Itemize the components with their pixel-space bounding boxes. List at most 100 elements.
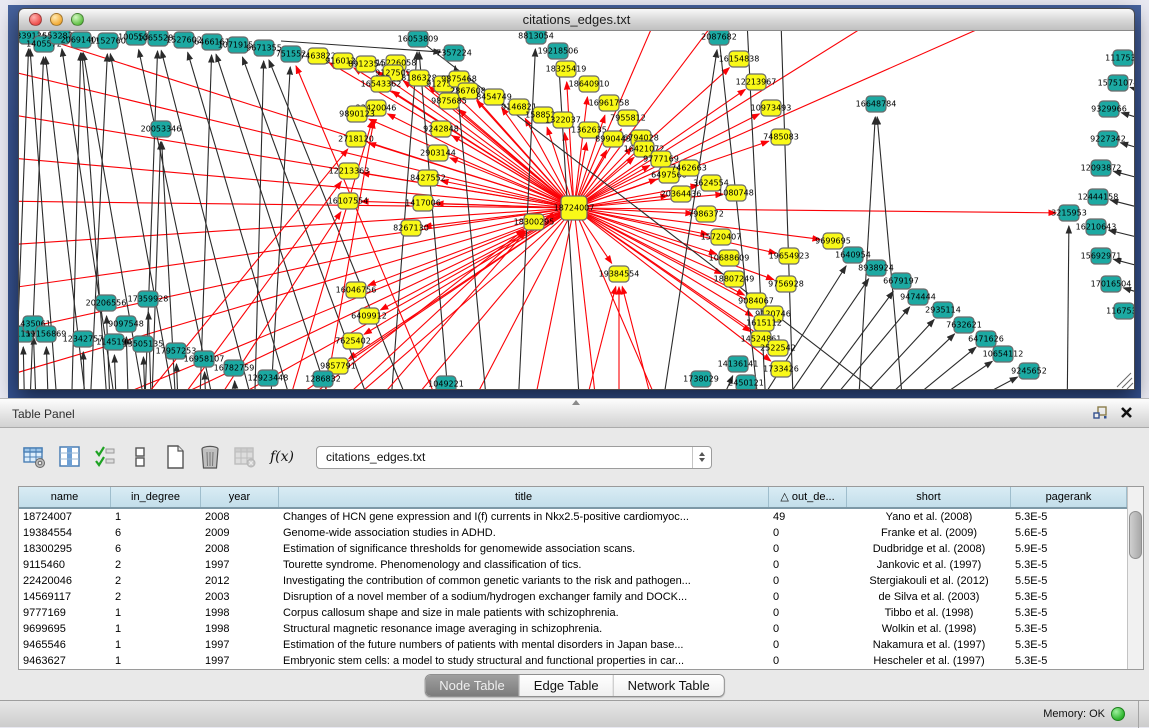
table-cell[interactable]: 1997 — [201, 653, 279, 669]
graph-edge[interactable] — [1120, 143, 1134, 157]
graph-node[interactable]: 7485083 — [763, 129, 799, 145]
table-cell[interactable]: 0 — [769, 525, 847, 541]
table-cell[interactable]: 0 — [769, 637, 847, 653]
graph-node[interactable]: 1167531 — [1106, 303, 1134, 319]
graph-node[interactable]: 8267130 — [393, 220, 429, 236]
table-cell[interactable]: 6 — [111, 541, 201, 557]
table-cell[interactable]: 5.3E-5 — [1011, 589, 1127, 605]
tab-network-table[interactable]: Network Table — [614, 675, 724, 696]
graph-node[interactable]: 16053809 — [398, 31, 439, 47]
graph-node[interactable]: 15751074 — [1098, 75, 1134, 91]
graph-node[interactable]: 9329966 — [1091, 101, 1127, 117]
window-resize-grip[interactable] — [1117, 373, 1133, 389]
column-header-short[interactable]: short — [847, 487, 1011, 507]
table-cell[interactable]: 14569117 — [19, 589, 111, 605]
table-cell[interactable]: 1998 — [201, 621, 279, 637]
graph-node[interactable]: 9245652 — [1011, 363, 1047, 379]
graph-edge[interactable] — [46, 347, 49, 389]
graph-node[interactable]: 1640954 — [835, 247, 871, 263]
table-cell[interactable]: 1 — [111, 509, 201, 525]
table-cell[interactable]: Yano et al. (2008) — [847, 509, 1011, 525]
table-cell[interactable]: 0 — [769, 605, 847, 621]
graph-edge[interactable] — [1114, 259, 1134, 274]
table-cell[interactable]: 18724007 — [19, 509, 111, 525]
table-cell[interactable]: 5.5E-5 — [1011, 573, 1127, 589]
table-cell[interactable]: 5.3E-5 — [1011, 557, 1127, 573]
table-row[interactable]: 1938455462009Genome-wide association stu… — [19, 525, 1143, 541]
graph-edge[interactable] — [205, 372, 207, 389]
graph-edge[interactable] — [349, 208, 574, 359]
graph-node[interactable]: 12444158 — [1078, 189, 1119, 205]
graph-node[interactable]: 9097548 — [108, 316, 144, 332]
create-table-button[interactable] — [162, 444, 188, 470]
graph-node[interactable]: 16648784 — [856, 96, 897, 112]
graph-node[interactable]: 10973493 — [751, 100, 792, 116]
table-cell[interactable]: 5.9E-5 — [1011, 541, 1127, 557]
table-row[interactable]: 946554611997Estimation of the future num… — [19, 637, 1143, 653]
graph-edge[interactable] — [1114, 171, 1134, 186]
table-row[interactable]: 1456911722003Disruption of a novel membe… — [19, 589, 1143, 605]
table-cell[interactable]: 1 — [111, 653, 201, 669]
graph-node[interactable]: 8938924 — [858, 260, 894, 276]
table-cell[interactable]: 22420046 — [19, 573, 111, 589]
table-cell[interactable]: 5.3E-5 — [1011, 509, 1127, 525]
graph-edge[interactable] — [574, 208, 599, 389]
graph-node[interactable]: 9227342 — [1090, 131, 1126, 147]
table-cell[interactable]: 0 — [769, 589, 847, 605]
graph-node[interactable]: 7357224 — [436, 45, 472, 61]
table-cell[interactable]: 0 — [769, 573, 847, 589]
graph-node[interactable]: 7632621 — [946, 317, 982, 333]
table-cell[interactable]: Disruption of a novel member of a sodium… — [279, 589, 769, 605]
graph-node[interactable]: 16961758 — [589, 95, 630, 111]
table-row[interactable]: 911546021997Tourette syndrome. Phenomeno… — [19, 557, 1143, 573]
table-cell[interactable]: 18300295 — [19, 541, 111, 557]
graph-node[interactable]: 19654923 — [769, 248, 810, 264]
graph-edge[interactable] — [1111, 200, 1134, 215]
table-cell[interactable]: Jankovic et al. (1997) — [847, 557, 1011, 573]
table-cell[interactable]: 9115460 — [19, 557, 111, 573]
table-cell[interactable]: Structural magnetic resonance image aver… — [279, 621, 769, 637]
graph-edge[interactable] — [574, 208, 1056, 213]
table-cell[interactable]: 1997 — [201, 637, 279, 653]
table-cell[interactable]: 2 — [111, 557, 201, 573]
select-columns-button[interactable] — [57, 444, 83, 470]
graph-node[interactable]: 1733426 — [763, 361, 799, 377]
table-cell[interactable]: 5.3E-5 — [1011, 621, 1127, 637]
graph-node[interactable]: 9756928 — [768, 276, 804, 292]
graph-edge[interactable] — [216, 54, 339, 389]
table-cell[interactable]: de Silva et al. (2003) — [847, 589, 1011, 605]
graph-node[interactable]: 18640910 — [569, 76, 610, 92]
table-cell[interactable]: Estimation of significance thresholds fo… — [279, 541, 769, 557]
table-cell[interactable]: Stergiakouli et al. (2012) — [847, 573, 1011, 589]
graph-node[interactable]: 6679197 — [883, 273, 919, 289]
graph-node[interactable]: 9474444 — [900, 289, 936, 305]
import-table-button-disabled[interactable] — [232, 444, 258, 470]
table-cell[interactable]: 9465546 — [19, 637, 111, 653]
table-cell[interactable]: Estimation of the future numbers of pati… — [279, 637, 769, 653]
table-cell[interactable]: Investigating the contribution of common… — [279, 573, 769, 589]
table-cell[interactable]: 1 — [111, 637, 201, 653]
table-cell[interactable]: 0 — [769, 557, 847, 573]
graph-node[interactable]: 12093872 — [1081, 160, 1122, 176]
graph-node[interactable]: 12213967 — [736, 74, 777, 90]
graph-edge[interactable] — [791, 291, 893, 389]
graph-node[interactable]: 2935114 — [925, 302, 961, 318]
graph-node[interactable]: 1738029 — [683, 371, 719, 387]
graph-node[interactable]: 18300295 — [514, 214, 555, 230]
graph-node[interactable]: 16154838 — [719, 51, 760, 67]
graph-node[interactable]: 8427552 — [410, 170, 446, 186]
graph-node[interactable]: 2087682 — [701, 31, 737, 45]
table-row[interactable]: 946362711997Embryonic stem cells: a mode… — [19, 653, 1143, 669]
graph-edge[interactable] — [269, 230, 524, 389]
graph-edge[interactable] — [19, 208, 574, 291]
graph-node[interactable]: 18325419 — [546, 61, 587, 77]
table-cell[interactable]: 1998 — [201, 605, 279, 621]
table-cell[interactable]: 19384554 — [19, 525, 111, 541]
graph-edge[interactable] — [574, 208, 669, 389]
graph-edge[interactable] — [854, 334, 955, 389]
table-panel-titlebar[interactable]: Table Panel — [0, 398, 1149, 428]
tab-node-table[interactable]: Node Table — [425, 675, 520, 696]
delete-table-button[interactable] — [197, 444, 223, 470]
table-cell[interactable]: 2 — [111, 573, 201, 589]
table-cell[interactable]: 2008 — [201, 509, 279, 525]
